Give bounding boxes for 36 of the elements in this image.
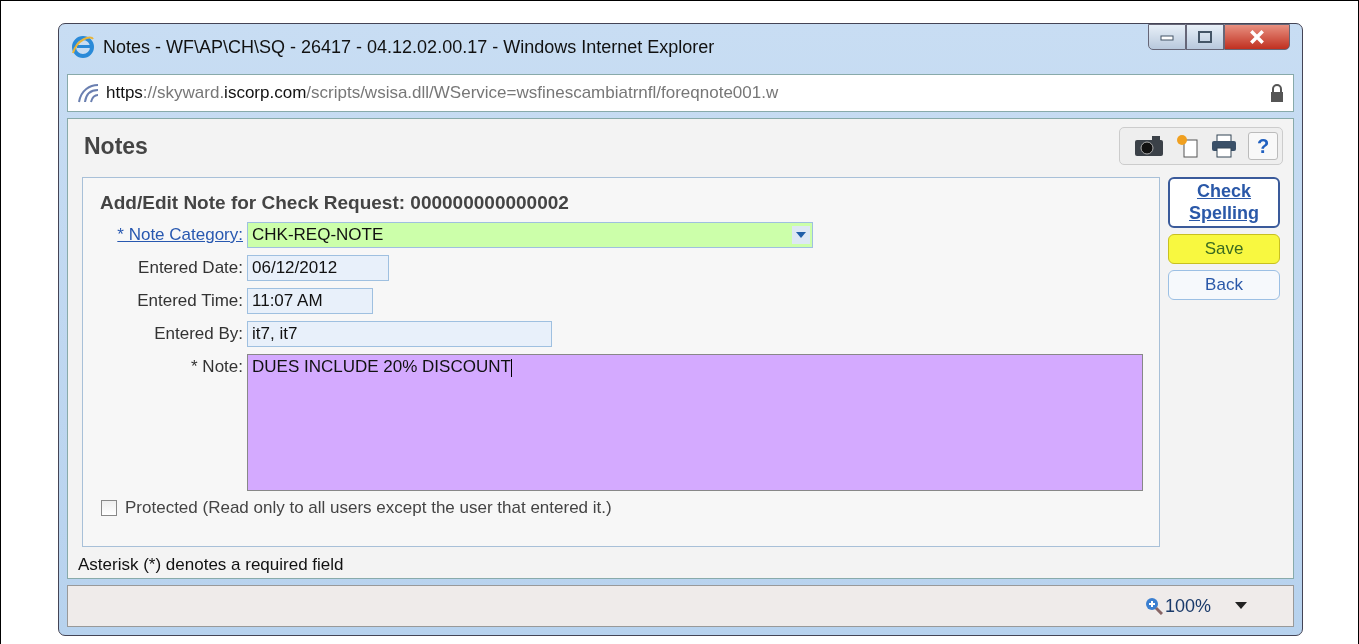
field-label: * Note: bbox=[190, 356, 243, 377]
field-label-link[interactable]: * Note Category: bbox=[97, 222, 243, 245]
close-icon bbox=[1249, 30, 1265, 44]
address-field[interactable]: https://skyward.iscorp.com/scripts/wsisa.dll/WService=wsfinescambiatrnfl/foreqnote001.w bbox=[67, 74, 1294, 112]
field-label: Entered Date: bbox=[137, 257, 243, 278]
save-button[interactable]: Save bbox=[1168, 234, 1280, 265]
field-label: Entered By: bbox=[153, 323, 243, 344]
window-title: Notes - WF\AP\CH\SQ - 26417 - 04.12.02.00.17 - Windows Internet Explorer bbox=[103, 36, 715, 58]
camera-icon[interactable] bbox=[1134, 135, 1164, 157]
protected-checkbox[interactable] bbox=[101, 500, 117, 516]
minimize-icon bbox=[1160, 33, 1174, 41]
input-field[interactable]: it7, it7 bbox=[247, 321, 552, 347]
caret-icon[interactable] bbox=[1235, 602, 1247, 610]
lock-icon bbox=[1269, 83, 1285, 103]
back-button[interactable]: Back bbox=[1168, 270, 1280, 301]
input-field[interactable]: 06/12/2012 bbox=[247, 255, 389, 281]
spelling-button[interactable]: Check Spelling bbox=[1168, 177, 1280, 229]
site-logo-icon bbox=[76, 82, 100, 104]
print-icon[interactable] bbox=[1210, 133, 1238, 159]
close-button[interactable] bbox=[1224, 24, 1290, 50]
zoom-icon bbox=[1144, 597, 1163, 615]
form-title: Add/Edit Note for Check Request: 000000000000002 bbox=[100, 192, 570, 214]
zoom-control[interactable]: 100% bbox=[1144, 595, 1211, 617]
category-dropdown[interactable]: CHK-REQ-NOTE bbox=[247, 222, 813, 248]
input-field[interactable]: 11:07 AM bbox=[247, 288, 373, 314]
page-heading: Notes bbox=[84, 132, 148, 160]
help-button[interactable]: ? bbox=[1248, 132, 1278, 160]
browser-icon bbox=[71, 35, 95, 59]
checkbox-label: Protected (Read only to all users except the user that entered it.) bbox=[125, 498, 612, 518]
minimize-button[interactable] bbox=[1148, 24, 1186, 50]
footnote: Asterisk (*) denotes a required field bbox=[77, 554, 345, 575]
field-label: Entered Time: bbox=[136, 290, 243, 311]
note-textarea[interactable]: DUES INCLUDE 20% DISCOUNT bbox=[247, 354, 1143, 491]
maximize-icon bbox=[1198, 31, 1212, 43]
maximize-button[interactable] bbox=[1186, 24, 1224, 50]
new-document-icon[interactable] bbox=[1174, 133, 1200, 159]
